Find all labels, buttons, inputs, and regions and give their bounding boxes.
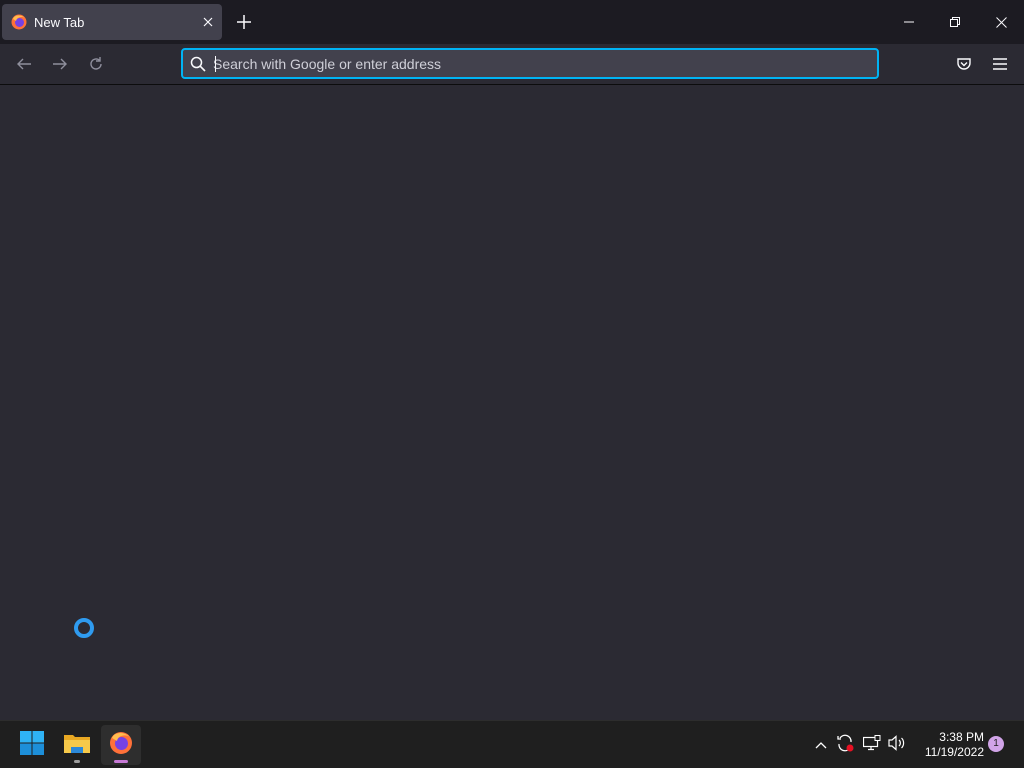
address-input[interactable] <box>213 52 863 75</box>
restore-button[interactable] <box>932 0 978 44</box>
firefox-icon <box>109 731 133 760</box>
active-indicator <box>114 760 128 763</box>
pocket-icon <box>956 56 972 77</box>
reload-icon <box>88 56 104 77</box>
arrow-right-icon <box>52 56 68 77</box>
taskbar: 3:38 PM 11/19/2022 <box>0 720 1024 768</box>
close-window-button[interactable] <box>978 0 1024 44</box>
hamburger-menu-icon <box>993 57 1007 75</box>
show-hidden-icons-button[interactable] <box>811 735 831 755</box>
running-indicator <box>74 760 80 763</box>
close-tab-icon[interactable] <box>198 12 218 32</box>
search-icon <box>190 56 206 72</box>
folder-icon <box>64 732 90 759</box>
loading-cursor-icon <box>74 618 94 638</box>
reload-button[interactable] <box>82 52 110 80</box>
notification-badge[interactable]: 1 <box>988 736 1004 752</box>
minimize-button[interactable] <box>886 0 932 44</box>
sync-status-button[interactable] <box>835 733 855 758</box>
tab-title: New Tab <box>34 15 85 30</box>
tab-new-tab[interactable]: New Tab <box>2 4 222 40</box>
windows-start-icon <box>20 730 44 760</box>
volume-button[interactable] <box>887 734 907 756</box>
pocket-button[interactable] <box>950 52 978 80</box>
back-button[interactable] <box>10 52 38 80</box>
firefox-icon <box>11 14 27 30</box>
clock-time: 3:38 PM <box>939 730 984 744</box>
browser-window: New Tab <box>0 0 1024 720</box>
taskbar-file-explorer[interactable] <box>57 725 97 765</box>
taskbar-firefox[interactable] <box>101 725 141 765</box>
clock-date: 11/19/2022 <box>924 745 984 759</box>
address-bar[interactable] <box>181 48 879 79</box>
new-tab-button[interactable] <box>232 10 256 34</box>
forward-button[interactable] <box>46 52 74 80</box>
speaker-icon <box>888 734 906 756</box>
chevron-up-icon <box>815 736 827 754</box>
network-icon <box>862 734 881 756</box>
page-content <box>0 86 1024 720</box>
navigation-toolbar <box>0 44 1024 85</box>
text-caret <box>215 56 216 72</box>
arrow-left-icon <box>16 56 32 77</box>
network-button[interactable] <box>862 734 882 756</box>
tab-strip: New Tab <box>0 0 1024 44</box>
sync-error-icon <box>835 733 855 758</box>
app-menu-button[interactable] <box>986 52 1014 80</box>
start-button[interactable] <box>12 725 52 765</box>
clock[interactable]: 3:38 PM 11/19/2022 <box>912 730 984 760</box>
